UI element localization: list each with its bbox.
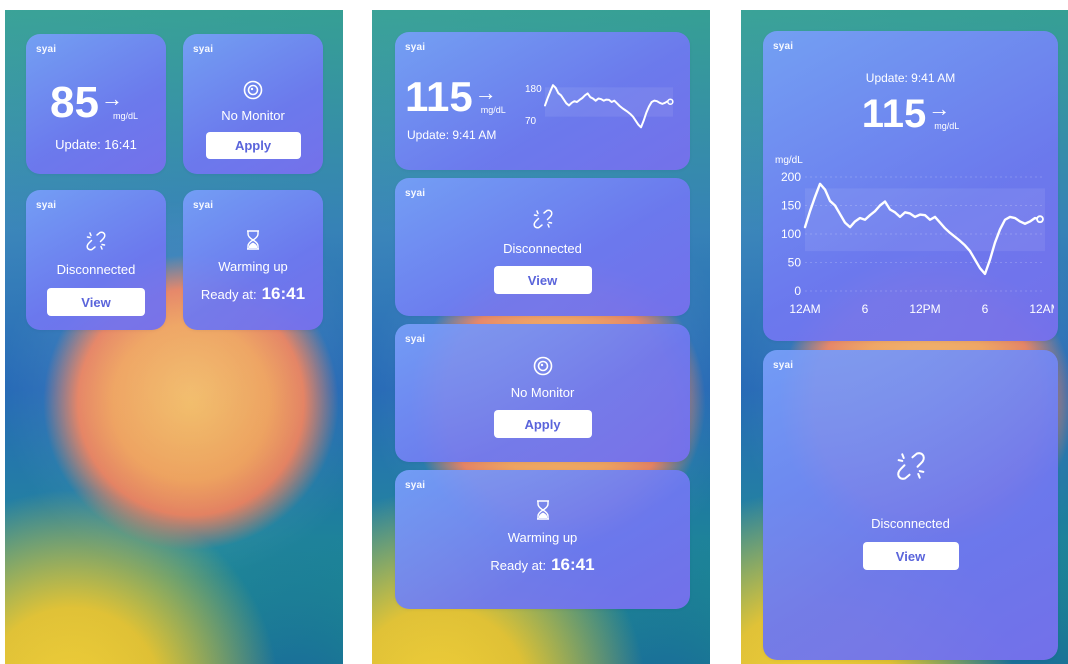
syai-logo: syai	[36, 44, 57, 55]
syai-logo: syai	[193, 44, 214, 55]
x-tick-label: 12PM	[909, 302, 940, 316]
syai-logo: syai	[773, 41, 794, 52]
no-monitor-widget-small[interactable]: syai No Monitor Apply	[183, 34, 323, 174]
chart-y-axis-label: mg/dL	[775, 155, 803, 166]
glucose-value: 85	[50, 78, 99, 127]
broken-link-icon	[895, 450, 927, 482]
disconnected-widget-medium[interactable]: syai Disconnected View	[395, 178, 690, 316]
x-tick-label: 6	[862, 302, 869, 316]
glucose-value: 115	[405, 73, 473, 120]
trend-arrow-icon: →	[928, 96, 951, 121]
target-range-band	[805, 188, 1045, 252]
hourglass-icon	[535, 500, 551, 520]
view-button[interactable]: View	[47, 288, 145, 316]
disconnected-label: Disconnected	[871, 516, 950, 531]
glucose-unit: mg/dL	[112, 111, 138, 121]
disconnected-widget-large[interactable]: syai Disconnected View	[763, 350, 1058, 660]
no-monitor-label: No Monitor	[221, 108, 285, 123]
warming-up-label: Warming up	[218, 259, 288, 274]
sensor-icon	[243, 80, 263, 100]
apply-button[interactable]: Apply	[493, 410, 592, 438]
glucose-value: 115	[861, 92, 927, 136]
hourglass-icon	[245, 230, 261, 250]
warming-up-widget-small[interactable]: syai Warming up Ready at: 16:41	[183, 190, 323, 330]
y-tick-label: 0	[794, 284, 801, 298]
warming-up-widget-medium[interactable]: syai Warming up Ready at: 16:41	[395, 470, 690, 609]
home-screen-large-widgets: syai Update: 9:41 AM 115 → mg/dL mg/dL 2…	[741, 10, 1068, 664]
range-low-label: 70	[525, 116, 537, 127]
y-tick-label: 150	[781, 199, 801, 213]
trend-arrow-icon: →	[474, 80, 497, 105]
ready-at-label: Ready at:	[200, 287, 257, 302]
syai-logo: syai	[773, 360, 794, 371]
glucose-widget-large[interactable]: syai Update: 9:41 AM 115 → mg/dL mg/dL 2…	[763, 31, 1058, 341]
syai-logo: syai	[36, 200, 57, 211]
ready-at-label: Ready at:	[490, 558, 547, 573]
no-monitor-widget-medium[interactable]: syai No Monitor Apply	[395, 324, 690, 462]
glucose-history-chart: 200 150 100 50 0 12AM 6 12PM 6 12AM	[781, 170, 1054, 316]
syai-logo: syai	[405, 188, 426, 199]
view-button[interactable]: View	[493, 266, 592, 294]
no-monitor-label: No Monitor	[510, 385, 575, 400]
y-tick-label: 50	[788, 256, 802, 270]
x-tick-label: 12AM	[789, 302, 820, 316]
syai-logo: syai	[405, 334, 426, 345]
update-time: Update: 16:41	[55, 137, 137, 152]
glucose-unit: mg/dL	[934, 121, 960, 131]
x-tick-label: 12AM	[1029, 302, 1054, 316]
mini-glucose-chart	[544, 84, 674, 129]
warming-up-label: Warming up	[507, 530, 578, 545]
update-time: Update: 9:41 AM	[407, 128, 497, 142]
syai-logo: syai	[193, 200, 214, 211]
current-reading-dot	[667, 98, 674, 105]
syai-logo: syai	[405, 480, 426, 491]
view-button[interactable]: View	[862, 542, 959, 570]
home-screen-medium-widgets: syai 115 → mg/dL Update: 9:41 AM 180 70 …	[372, 10, 710, 664]
broken-link-icon	[532, 208, 554, 230]
disconnected-label: Disconnected	[503, 241, 582, 256]
y-tick-label: 200	[781, 170, 801, 184]
update-time: Update: 9:41 AM	[865, 71, 956, 85]
sensor-icon	[533, 356, 553, 376]
ready-time: 16:41	[551, 555, 595, 574]
home-screen-small-widgets: syai 85 → mg/dL Update: 16:41 syai No Mo…	[5, 10, 343, 664]
current-reading-dot	[1036, 215, 1044, 224]
apply-button[interactable]: Apply	[205, 132, 301, 159]
range-high-label: 180	[525, 84, 542, 95]
glucose-widget-medium[interactable]: syai 115 → mg/dL Update: 9:41 AM 180 70	[395, 32, 690, 170]
syai-logo: syai	[405, 42, 426, 53]
broken-link-icon	[85, 230, 107, 252]
glucose-unit: mg/dL	[480, 105, 506, 115]
y-tick-label: 100	[781, 227, 801, 241]
x-tick-label: 6	[982, 302, 989, 316]
disconnected-widget-small[interactable]: syai Disconnected View	[26, 190, 166, 330]
disconnected-label: Disconnected	[56, 262, 136, 277]
ready-time: 16:41	[261, 284, 306, 303]
glucose-widget-small[interactable]: syai 85 → mg/dL Update: 16:41	[26, 34, 166, 174]
trend-arrow-icon: →	[100, 86, 123, 111]
